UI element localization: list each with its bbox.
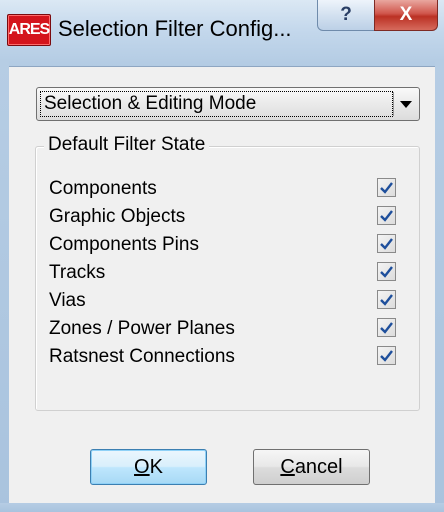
filter-label: Ratsnest Connections bbox=[49, 346, 235, 367]
zones-power-planes-checkbox[interactable] bbox=[377, 318, 396, 337]
cancel-button[interactable]: Cancel bbox=[253, 449, 370, 485]
check-icon bbox=[380, 237, 393, 250]
close-button[interactable]: X bbox=[374, 0, 438, 31]
filter-row-zones-power-planes[interactable]: Zones / Power Planes bbox=[49, 316, 396, 342]
check-icon bbox=[380, 265, 393, 278]
check-icon bbox=[380, 181, 393, 194]
filter-label: Components bbox=[49, 178, 157, 199]
filter-label: Zones / Power Planes bbox=[49, 318, 235, 339]
check-icon bbox=[380, 321, 393, 334]
mode-select-value: Selection & Editing Mode bbox=[40, 91, 393, 117]
ok-label-rest: K bbox=[149, 455, 163, 478]
filter-label: Graphic Objects bbox=[49, 206, 186, 227]
cancel-mnemonic: C bbox=[280, 455, 295, 478]
check-icon bbox=[380, 293, 393, 306]
help-button[interactable]: ? bbox=[317, 0, 375, 31]
window-frame-right bbox=[435, 60, 444, 512]
mode-select[interactable]: Selection & Editing Mode bbox=[36, 87, 420, 121]
filter-row-components[interactable]: Components bbox=[49, 176, 396, 202]
filter-label: Tracks bbox=[49, 262, 106, 283]
filter-group-title: Default Filter State bbox=[44, 133, 210, 157]
filter-row-component-pins[interactable]: Components Pins bbox=[49, 232, 396, 258]
window-title: Selection Filter Config... bbox=[58, 16, 292, 41]
filter-label: Vias bbox=[49, 290, 86, 311]
window-frame-bottom bbox=[0, 503, 444, 512]
filter-row-tracks[interactable]: Tracks bbox=[49, 260, 396, 286]
window-frame-left bbox=[0, 60, 9, 512]
app-logo-icon: ARES bbox=[7, 14, 51, 46]
filter-row-ratsnest-connections[interactable]: Ratsnest Connections bbox=[49, 344, 396, 370]
ok-mnemonic: O bbox=[134, 455, 150, 478]
check-icon bbox=[380, 349, 393, 362]
check-icon bbox=[380, 209, 393, 222]
dialog-body: Selection & Editing Mode Default Filter … bbox=[9, 66, 435, 503]
filter-row-graphic-objects[interactable]: Graphic Objects bbox=[49, 204, 396, 230]
components-checkbox[interactable] bbox=[377, 178, 396, 197]
title-bar[interactable]: ARES Selection Filter Config... ? X bbox=[0, 0, 444, 66]
cancel-label-rest: ancel bbox=[294, 455, 343, 478]
filter-label: Components Pins bbox=[49, 234, 199, 255]
vias-checkbox[interactable] bbox=[377, 290, 396, 309]
chevron-down-icon[interactable] bbox=[397, 96, 415, 112]
combo-separator bbox=[393, 92, 394, 116]
ok-button[interactable]: OK bbox=[90, 449, 207, 485]
filter-row-vias[interactable]: Vias bbox=[49, 288, 396, 314]
dialog-window: ARES Selection Filter Config... ? X Sele… bbox=[0, 0, 444, 512]
graphic-objects-checkbox[interactable] bbox=[377, 206, 396, 225]
tracks-checkbox[interactable] bbox=[377, 262, 396, 281]
component-pins-checkbox[interactable] bbox=[377, 234, 396, 253]
ratsnest-connections-checkbox[interactable] bbox=[377, 346, 396, 365]
